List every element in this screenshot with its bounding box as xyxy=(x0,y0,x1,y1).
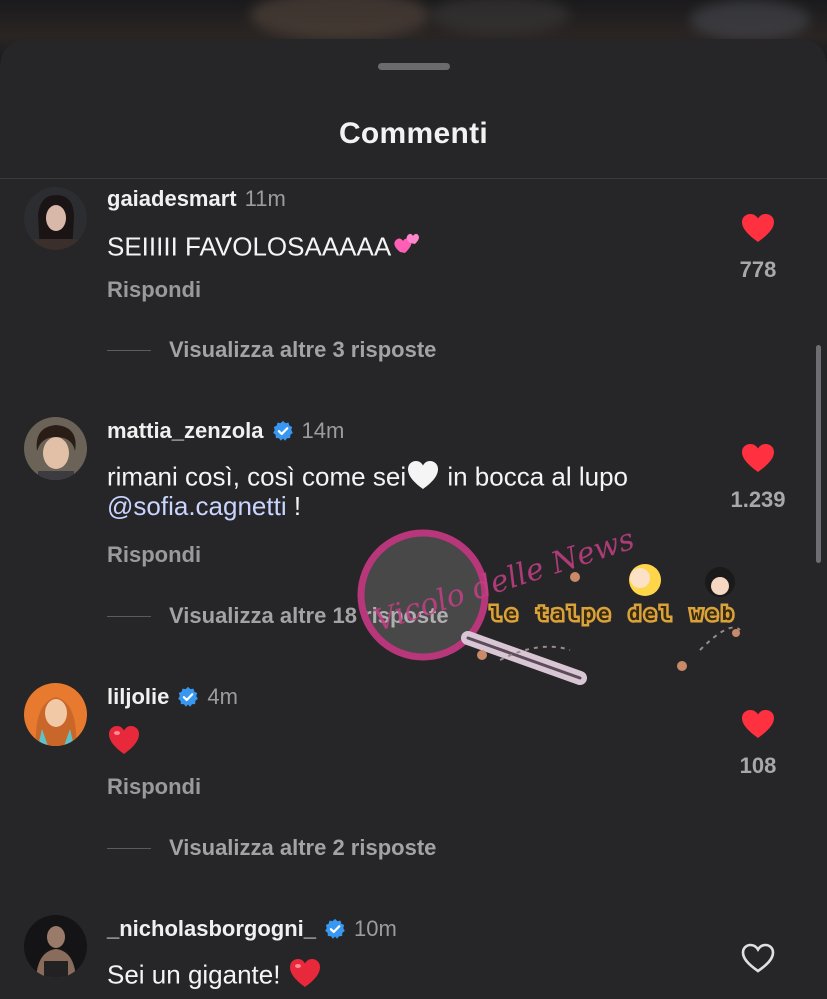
comment-text-end: ! xyxy=(286,491,302,521)
heart-filled-icon xyxy=(742,214,774,242)
comment-text: Sei un gigante! xyxy=(107,959,288,990)
view-more-replies[interactable]: Visualizza altre 3 risposte xyxy=(107,337,436,363)
heart-filled-icon xyxy=(742,444,774,472)
comment-time: 11m xyxy=(244,186,286,211)
comment-text-continued: in bocca al lupo xyxy=(440,461,628,492)
comment-text: rimani così, così come sei xyxy=(107,461,407,492)
view-more-replies[interactable]: Visualizza altre 2 risposte xyxy=(107,835,436,861)
avatar[interactable] xyxy=(24,683,87,746)
verified-badge-icon xyxy=(178,686,199,707)
like-button[interactable]: 108 xyxy=(713,709,803,779)
avatar[interactable] xyxy=(24,187,87,250)
comment-username[interactable]: liljolie xyxy=(107,684,169,710)
drag-handle[interactable] xyxy=(378,63,450,70)
comment-time: 14m xyxy=(301,418,345,443)
avatar[interactable] xyxy=(24,417,87,480)
comment-text: SEIIIII FAVOLOSAAAAA xyxy=(107,231,392,262)
comment-username[interactable]: gaiadesmart xyxy=(107,186,237,212)
comment-time: 4m xyxy=(207,684,238,709)
scrollbar[interactable] xyxy=(816,345,821,563)
reply-button[interactable]: Rispondi xyxy=(107,774,201,800)
comment-username[interactable]: mattia_zenzola xyxy=(107,418,264,444)
heart-filled-icon xyxy=(742,710,774,738)
comment-text-row: Sei un gigante! xyxy=(107,957,322,996)
avatar[interactable] xyxy=(24,915,87,978)
like-button[interactable]: 778 xyxy=(713,213,803,283)
reply-button[interactable]: Rispondi xyxy=(107,542,201,568)
like-button[interactable] xyxy=(713,943,803,973)
comment-text-row: @sofia.cagnetti ! xyxy=(107,490,301,522)
verified-badge-icon xyxy=(272,420,293,441)
two-hearts-icon xyxy=(391,228,425,269)
replies-divider xyxy=(107,847,151,849)
red-heart-icon xyxy=(107,724,141,763)
like-count: 108 xyxy=(739,753,777,778)
comment-username[interactable]: _nicholasborgogni_ xyxy=(107,916,316,942)
mention-link[interactable]: @sofia.cagnetti xyxy=(107,491,287,521)
watermark-logo: Vicolo delle News le talpe del web xyxy=(357,522,741,685)
view-more-replies-label: Visualizza altre 3 risposte xyxy=(169,337,437,362)
replies-divider xyxy=(107,615,151,617)
view-more-replies-label: Visualizza altre 2 risposte xyxy=(169,835,437,860)
heart-outline-icon xyxy=(741,943,775,973)
comment-text-row: SEIIIII FAVOLOSAAAAA xyxy=(107,228,425,269)
header-divider xyxy=(0,178,827,179)
reply-button[interactable]: Rispondi xyxy=(107,277,201,303)
verified-badge-icon xyxy=(325,918,345,939)
red-heart-icon xyxy=(288,957,322,996)
sheet-title: Commenti xyxy=(338,117,489,150)
like-count: 778 xyxy=(739,257,777,282)
replies-divider xyxy=(107,349,151,351)
comment-text-row xyxy=(107,724,141,763)
white-heart-icon xyxy=(406,459,440,498)
comment-time: 10m xyxy=(354,916,397,941)
watermark-text-right: le talpe del web xyxy=(490,603,737,625)
